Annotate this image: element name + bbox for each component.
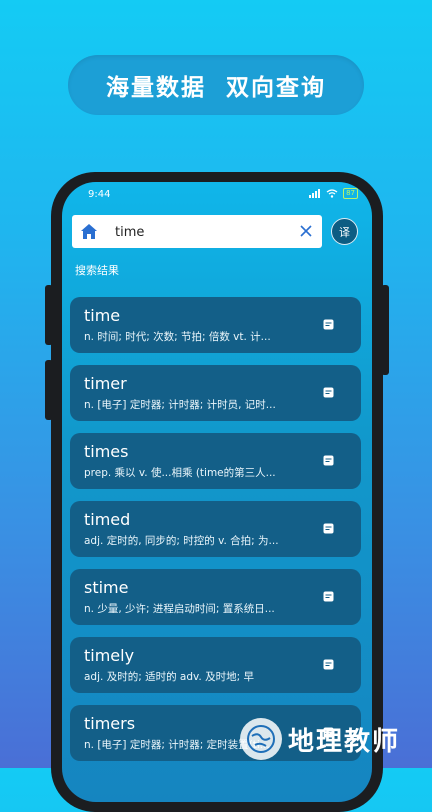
results-list: time n. 时间; 时代; 次数; 节拍; 倍数 vt. 计... timer n… [70, 297, 361, 773]
note-icon[interactable] [323, 591, 334, 602]
battery-indicator: 87 [343, 188, 358, 199]
result-word: timers [84, 714, 136, 733]
result-definition: prep. 乘以 v. 使...相乘 (time的第三人... [84, 467, 276, 479]
translate-label: 译 [339, 225, 350, 239]
result-definition: adj. 定时的, 同步的; 时控的 v. 合拍; 为... [84, 535, 279, 547]
result-word: timed [84, 510, 131, 529]
search-input[interactable] [113, 221, 297, 244]
result-item[interactable]: timed adj. 定时的, 同步的; 时控的 v. 合拍; 为... [70, 501, 361, 557]
result-definition: n. 时间; 时代; 次数; 节拍; 倍数 vt. 计... [84, 331, 271, 343]
wifi-icon [326, 189, 338, 198]
search-bar [72, 215, 322, 248]
result-item[interactable]: time n. 时间; 时代; 次数; 节拍; 倍数 vt. 计... [70, 297, 361, 353]
result-word: time [84, 306, 121, 325]
note-icon[interactable] [323, 659, 334, 670]
status-time: 9:44 [88, 189, 111, 200]
close-icon[interactable] [300, 225, 312, 237]
result-word: times [84, 442, 129, 461]
watermark: 地理教师 [240, 718, 400, 760]
promo-banner: 海量数据 双向查询 [68, 55, 364, 115]
search-results-label: 搜索结果 [75, 264, 119, 277]
result-word: timer [84, 374, 127, 393]
note-icon[interactable] [323, 387, 334, 398]
result-item[interactable]: timely adj. 及时的; 适时的 adv. 及时地; 早 [70, 637, 361, 693]
status-bar: 9:44 87 [62, 182, 372, 208]
globe-logo-icon [240, 718, 282, 760]
phone-screen: 9:44 87 译 搜索结果 time n. 时间; 时代; 次数; 节拍; 倍数… [62, 182, 372, 802]
result-word: timely [84, 646, 135, 665]
result-item[interactable]: times prep. 乘以 v. 使...相乘 (time的第三人... [70, 433, 361, 489]
result-definition: n. 少量, 少许; 进程启动时间; 置系统日... [84, 603, 275, 615]
note-icon[interactable] [323, 455, 334, 466]
result-word: stime [84, 578, 129, 597]
result-definition: adj. 及时的; 适时的 adv. 及时地; 早 [84, 671, 254, 683]
note-icon[interactable] [323, 319, 334, 330]
watermark-text: 地理教师 [288, 726, 401, 757]
result-definition: n. [电子] 定时器; 计时器; 计时员, 记时... [84, 399, 276, 411]
note-icon[interactable] [323, 523, 334, 534]
banner-title: 海量数据 双向查询 [105, 75, 326, 101]
signal-icon [309, 189, 321, 198]
result-item[interactable]: timer n. [电子] 定时器; 计时器; 计时员, 记时... [70, 365, 361, 421]
translate-button[interactable]: 译 [331, 218, 358, 245]
result-item[interactable]: stime n. 少量, 少许; 进程启动时间; 置系统日... [70, 569, 361, 625]
home-icon[interactable] [80, 223, 98, 240]
